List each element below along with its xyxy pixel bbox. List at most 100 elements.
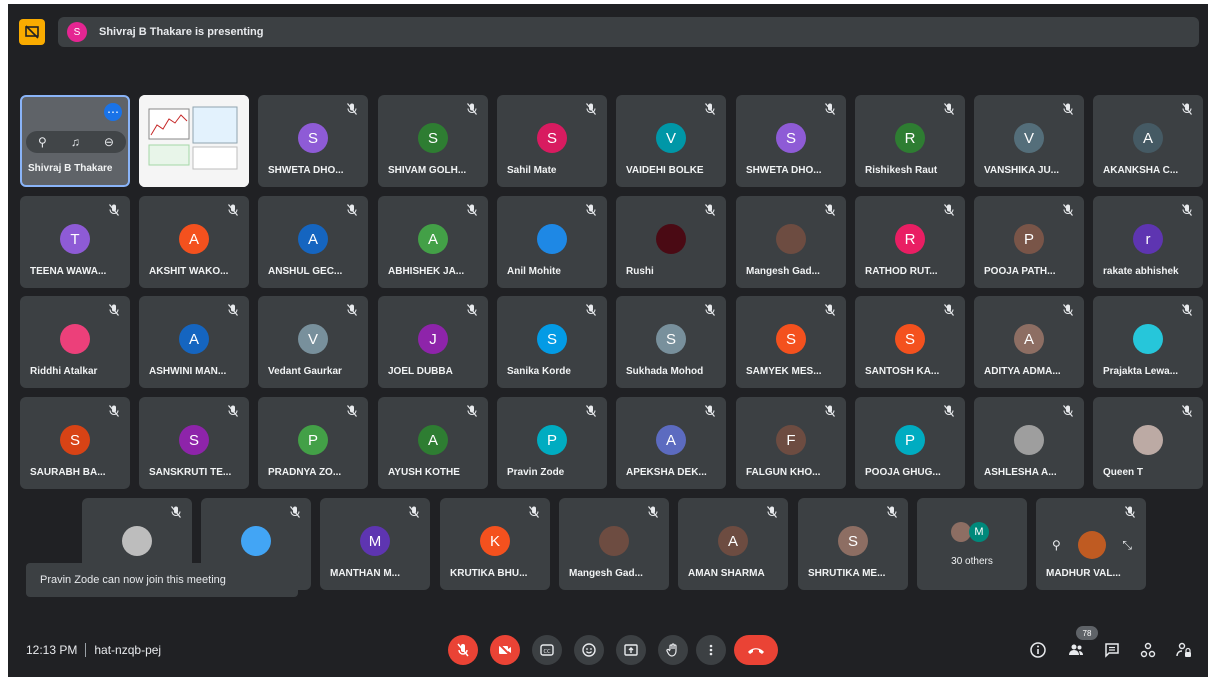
- participant-tile[interactable]: S SANTOSH KA...: [855, 296, 965, 388]
- participant-tile[interactable]: A AKANKSHA C...: [1093, 95, 1203, 187]
- participant-tile[interactable]: A ADITYA ADMA...: [974, 296, 1084, 388]
- participant-tile[interactable]: J JOEL DUBBA: [378, 296, 488, 388]
- mic-off-icon: [169, 505, 183, 519]
- people-button[interactable]: [1064, 638, 1088, 662]
- avatar: A: [656, 425, 686, 455]
- participant-tile[interactable]: V Vedant Gaurkar: [258, 296, 368, 388]
- participant-tile[interactable]: S SHIVAM GOLH...: [378, 95, 488, 187]
- emoji-button[interactable]: [574, 635, 604, 665]
- mic-off-icon: [1180, 404, 1194, 418]
- participant-tile[interactable]: A ABHISHEK JA...: [378, 196, 488, 288]
- chat-button[interactable]: [1100, 638, 1124, 662]
- participant-tile[interactable]: Rushi: [616, 196, 726, 288]
- participant-name: Vedant Gaurkar: [268, 366, 342, 377]
- leave-call-button[interactable]: [734, 635, 778, 665]
- avatar: S: [838, 526, 868, 556]
- pin-icon[interactable]: ⚲: [1052, 538, 1061, 552]
- participant-tile[interactable]: ⚲ ⤡ MADHUR VAL...: [1036, 498, 1146, 590]
- present-button[interactable]: [616, 635, 646, 665]
- participant-tile[interactable]: S SHRUTIKA ME...: [798, 498, 908, 590]
- minimize-icon[interactable]: ⤡: [1122, 538, 1132, 553]
- participant-tile[interactable]: Riddhi Atalkar: [20, 296, 130, 388]
- mic-off-icon: [942, 404, 956, 418]
- camera-off-button[interactable]: [490, 635, 520, 665]
- meeting-details-button[interactable]: [1026, 638, 1050, 662]
- remove-icon[interactable]: ⊖: [104, 135, 114, 149]
- participant-tile[interactable]: P Pravin Zode: [497, 397, 607, 489]
- participant-tile[interactable]: A AYUSH KOTHE: [378, 397, 488, 489]
- mic-off-icon: [107, 203, 121, 217]
- participant-name: VAIDEHI BOLKE: [626, 165, 704, 176]
- participant-tile[interactable]: F FALGUN KHO...: [736, 397, 846, 489]
- participant-tile[interactable]: R RATHOD RUT...: [855, 196, 965, 288]
- participant-tile[interactable]: S SAMYEK MES...: [736, 296, 846, 388]
- stacked-avatars: M: [951, 522, 989, 542]
- participant-tile[interactable]: A ANSHUL GEC...: [258, 196, 368, 288]
- screen-share-tile[interactable]: [139, 95, 249, 187]
- participant-tile[interactable]: Prajakta Lewa...: [1093, 296, 1203, 388]
- participant-tile[interactable]: S Sanika Korde: [497, 296, 607, 388]
- participant-tile[interactable]: ASHLESHA A...: [974, 397, 1084, 489]
- participant-tile[interactable]: Queen T: [1093, 397, 1203, 489]
- participant-name: JOEL DUBBA: [388, 366, 453, 377]
- mic-off-icon: [345, 203, 359, 217]
- participant-tile[interactable]: A AMAN SHARMA: [678, 498, 788, 590]
- participant-tile[interactable]: P PRADNYA ZO...: [258, 397, 368, 489]
- participant-tile[interactable]: A AKSHIT WAKO...: [139, 196, 249, 288]
- mic-off-icon: [345, 102, 359, 116]
- others-tile[interactable]: M 30 others: [917, 498, 1027, 590]
- participant-tile[interactable]: P POOJA GHUG...: [855, 397, 965, 489]
- participant-tile[interactable]: S SHWETA DHO...: [258, 95, 368, 187]
- raise-hand-button[interactable]: [658, 635, 688, 665]
- meeting-code[interactable]: hat-nzqb-pej: [94, 643, 161, 657]
- participant-name: FALGUN KHO...: [746, 467, 821, 478]
- participant-tile[interactable]: r rakate abhishek: [1093, 196, 1203, 288]
- mic-off-icon: [942, 303, 956, 317]
- mic-off-icon: [288, 505, 302, 519]
- mic-off-icon: [107, 404, 121, 418]
- participant-tile[interactable]: K KRUTIKA BHU...: [440, 498, 550, 590]
- mic-off-icon: [703, 404, 717, 418]
- participant-name: Pravin Zode: [507, 467, 565, 478]
- participant-tile[interactable]: V VAIDEHI BOLKE: [616, 95, 726, 187]
- participant-tile[interactable]: A ASHWINI MAN...: [139, 296, 249, 388]
- participant-tile[interactable]: R Rishikesh Raut: [855, 95, 965, 187]
- participant-tile[interactable]: Mangesh Gad...: [736, 196, 846, 288]
- avatar: S: [537, 324, 567, 354]
- participant-tile[interactable]: T TEENA WAWA...: [20, 196, 130, 288]
- self-tile[interactable]: ⋯ ⚲ ♫ ⊖ Shivraj B Thakare: [20, 95, 130, 187]
- participant-name: Sanika Korde: [507, 366, 571, 377]
- participant-tile[interactable]: V VANSHIKA JU...: [974, 95, 1084, 187]
- participant-tile[interactable]: S SHWETA DHO...: [736, 95, 846, 187]
- participant-name: POOJA PATH...: [984, 266, 1056, 277]
- activities-button[interactable]: [1136, 638, 1160, 662]
- participant-tile[interactable]: S Sahil Mate: [497, 95, 607, 187]
- avatar: r: [1133, 224, 1163, 254]
- participant-name: AMAN SHARMA: [688, 568, 765, 579]
- mute-icon[interactable]: ♫: [71, 135, 80, 149]
- participant-tile[interactable]: M MANTHAN M...: [320, 498, 430, 590]
- presentation-icon[interactable]: [19, 19, 45, 45]
- participant-tile[interactable]: S SANSKRUTI TE...: [139, 397, 249, 489]
- participant-tile[interactable]: Anil Mohite: [497, 196, 607, 288]
- mic-off-icon: [823, 203, 837, 217]
- avatar: F: [776, 425, 806, 455]
- host-controls-button[interactable]: [1172, 638, 1196, 662]
- more-options-icon[interactable]: ⋯: [104, 103, 122, 121]
- mic-off-button[interactable]: [448, 635, 478, 665]
- presenting-pill[interactable]: S Shivraj B Thakare is presenting: [58, 17, 1199, 47]
- avatar: [60, 324, 90, 354]
- participant-name: Anil Mohite: [507, 266, 561, 277]
- participant-tile[interactable]: S Sukhada Mohod: [616, 296, 726, 388]
- avatar: A: [418, 224, 448, 254]
- participant-tile[interactable]: P POOJA PATH...: [974, 196, 1084, 288]
- mic-off-icon: [1061, 404, 1075, 418]
- participant-tile[interactable]: Mangesh Gad...: [559, 498, 669, 590]
- participant-tile[interactable]: S SAURABH BA...: [20, 397, 130, 489]
- captions-button[interactable]: CC: [532, 635, 562, 665]
- participant-name: SANTOSH KA...: [865, 366, 940, 377]
- pin-icon[interactable]: ⚲: [38, 135, 47, 149]
- more-options-button[interactable]: [696, 635, 726, 665]
- participant-tile[interactable]: A APEKSHA DEK...: [616, 397, 726, 489]
- participant-name: MADHUR VAL...: [1046, 568, 1121, 579]
